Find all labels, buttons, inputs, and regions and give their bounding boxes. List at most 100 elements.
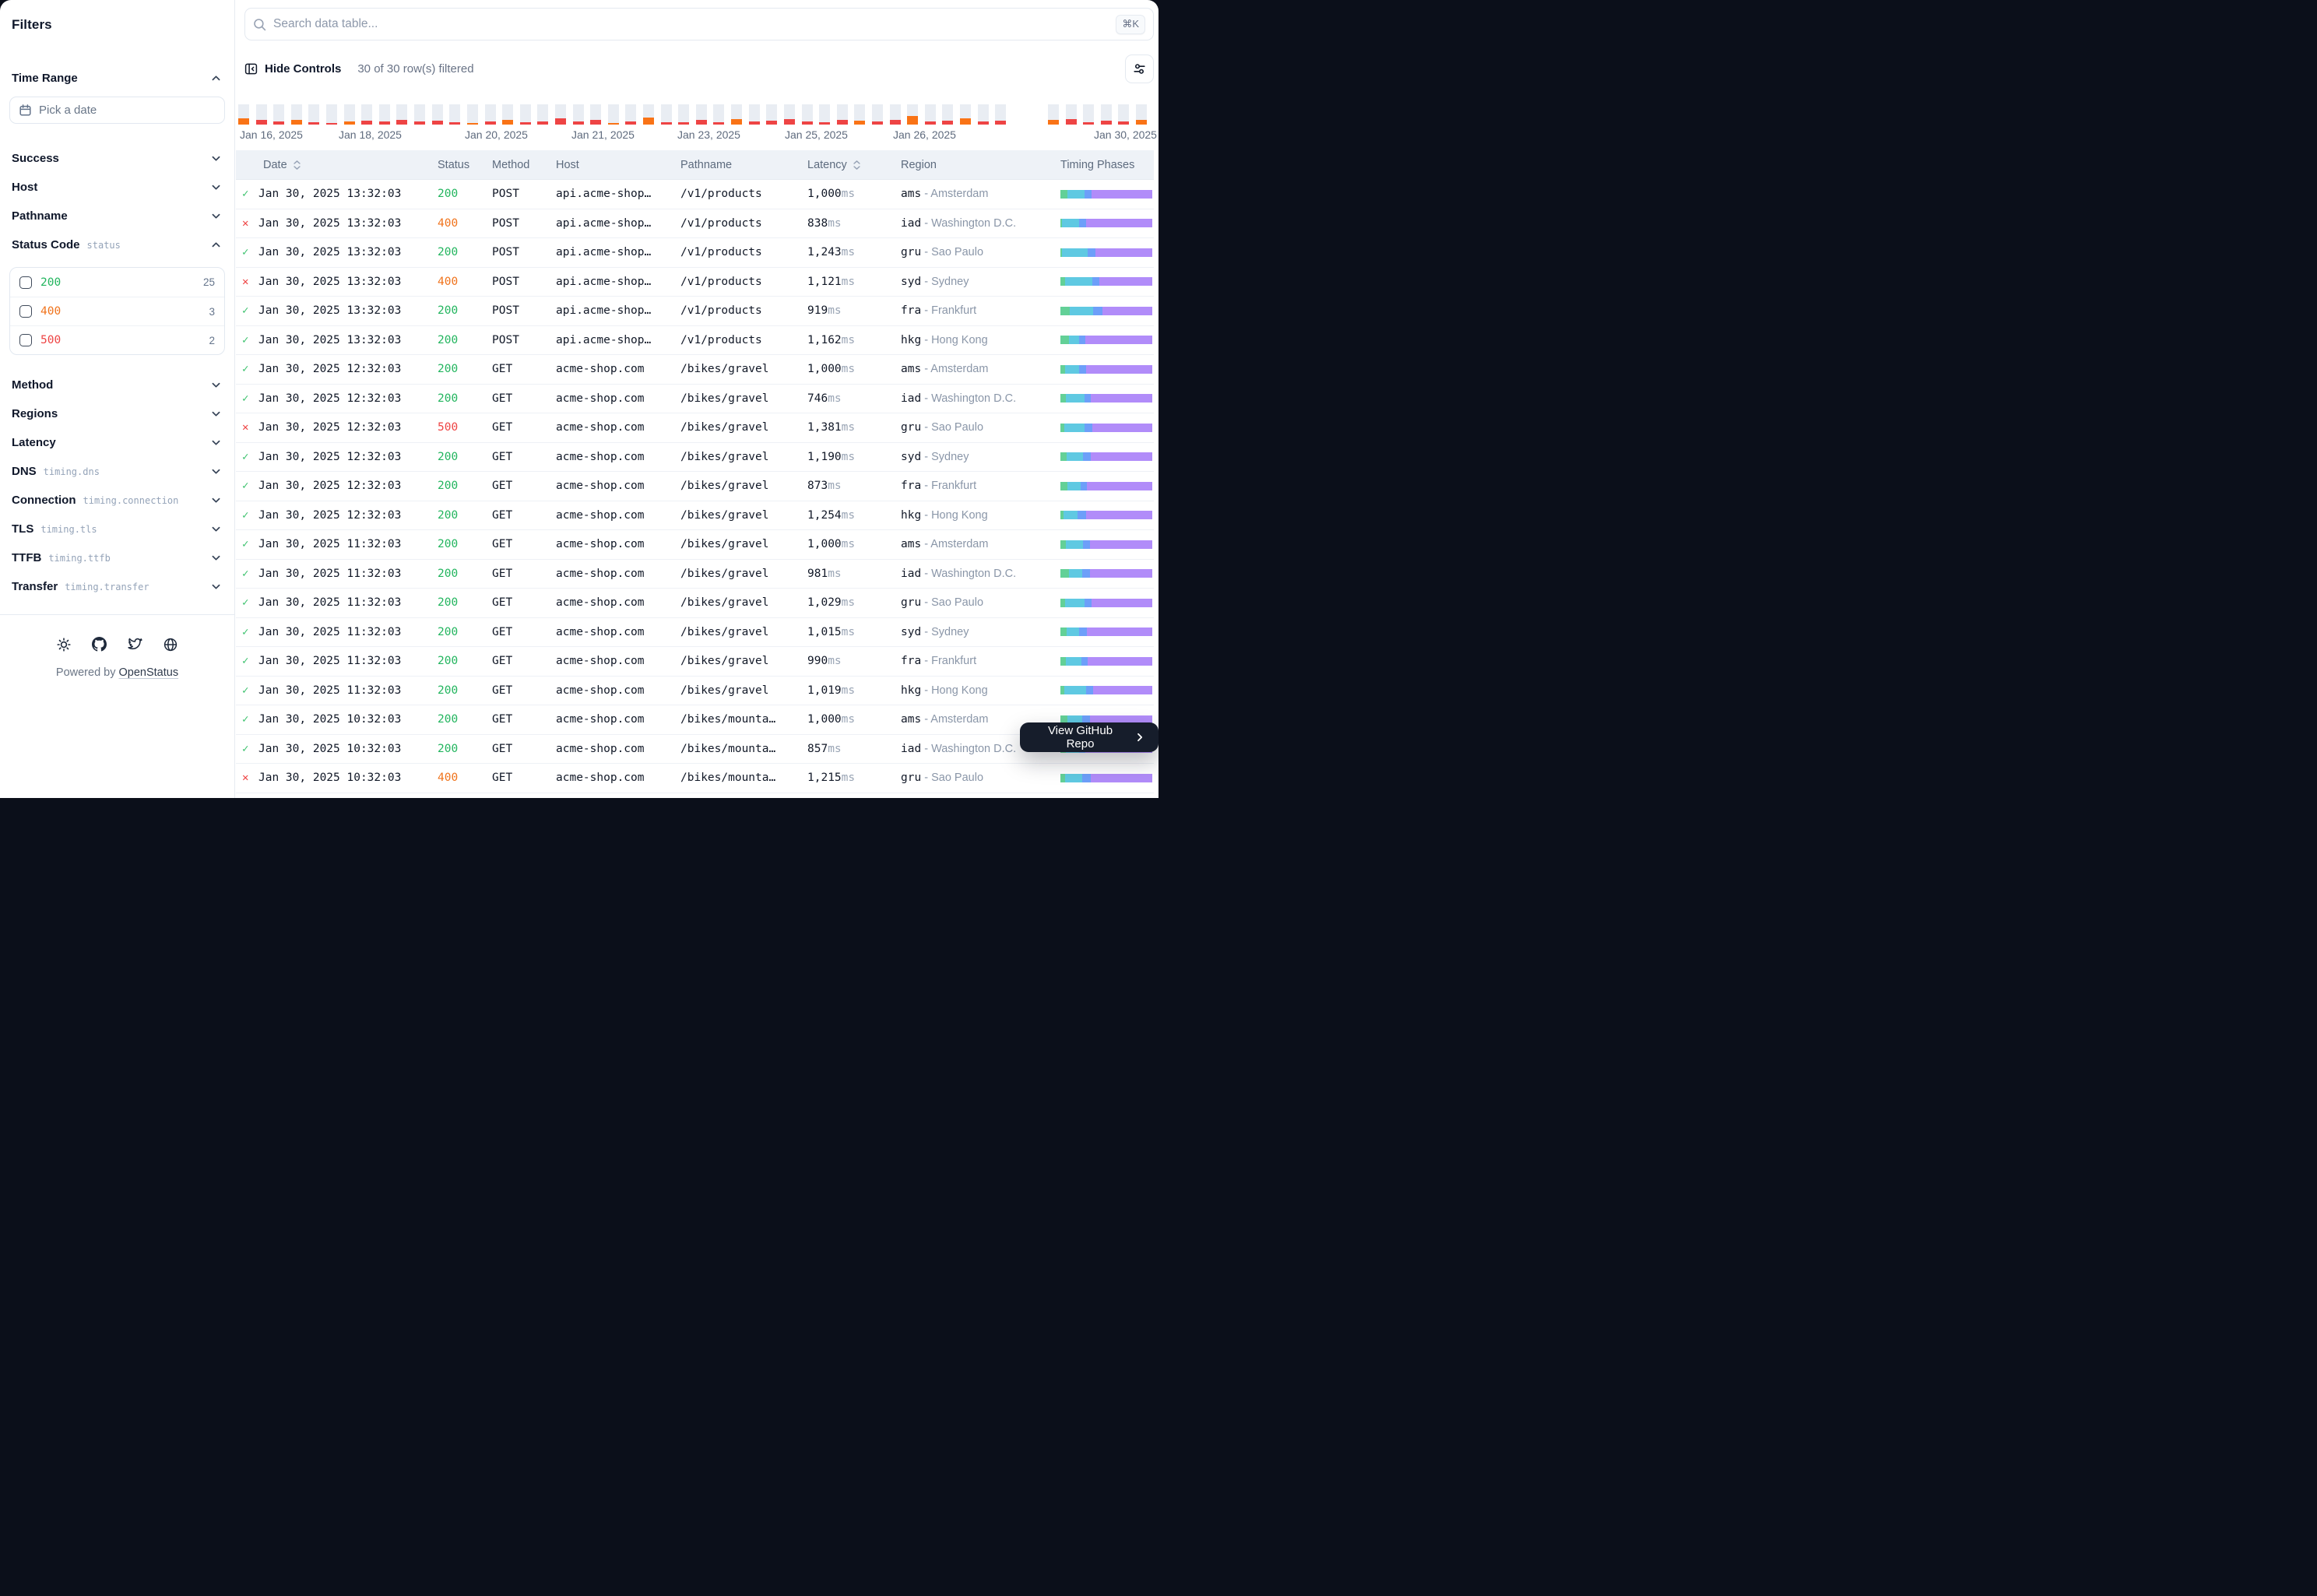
timeline-bar[interactable]: [925, 104, 943, 125]
timing-phases-bar[interactable]: [1060, 424, 1152, 432]
timeline-bar[interactable]: [1048, 104, 1066, 125]
timeline-bar[interactable]: [1136, 104, 1154, 125]
timeline-bar[interactable]: [995, 104, 1013, 125]
github-icon[interactable]: [92, 637, 107, 652]
timeline-bar[interactable]: [379, 104, 397, 125]
timeline-bar[interactable]: [713, 104, 731, 125]
timeline-bar[interactable]: [1066, 104, 1084, 125]
checkbox[interactable]: [19, 276, 32, 289]
timing-phases-bar[interactable]: [1060, 219, 1152, 227]
table-row[interactable]: ✓Jan 30, 2025 12:32:03200GETacme-shop.co…: [236, 443, 1154, 473]
timeline-bar[interactable]: [273, 104, 291, 125]
timeline-bar[interactable]: [643, 104, 661, 125]
filter-section-connection[interactable]: Connectiontiming.connection: [0, 486, 234, 515]
table-row[interactable]: ✓Jan 30, 2025 10:32:03200GETacme-shop.co…: [236, 735, 1154, 765]
table-row[interactable]: ✓Jan 30, 2025 10:32:03200GETacme-shop.co…: [236, 705, 1154, 735]
filter-section-regions[interactable]: Regions: [0, 399, 234, 428]
twitter-icon[interactable]: [128, 637, 142, 652]
timeline-bar[interactable]: [485, 104, 503, 125]
timeline-bar[interactable]: [291, 104, 309, 125]
table-row[interactable]: ✓Jan 30, 2025 12:32:03200GETacme-shop.co…: [236, 501, 1154, 531]
timeline-bar[interactable]: [1101, 104, 1119, 125]
checkbox[interactable]: [19, 334, 32, 346]
filter-section-transfer[interactable]: Transfertiming.transfer: [0, 572, 234, 601]
timeline-bar[interactable]: [837, 104, 855, 125]
timing-phases-bar[interactable]: [1060, 365, 1152, 374]
timing-phases-bar[interactable]: [1060, 394, 1152, 403]
table-row[interactable]: ✕Jan 30, 2025 12:32:03500GETacme-shop.co…: [236, 413, 1154, 443]
timeline-bar[interactable]: [731, 104, 749, 125]
filter-section-success[interactable]: Success: [0, 144, 234, 173]
filter-section-host[interactable]: Host: [0, 173, 234, 202]
filter-section-method[interactable]: Method: [0, 371, 234, 399]
timeline-bar[interactable]: [396, 104, 414, 125]
timeline-bars[interactable]: [238, 104, 1154, 125]
table-row[interactable]: ✓Jan 30, 2025 11:32:03200GETacme-shop.co…: [236, 589, 1154, 618]
status-option-400[interactable]: 4003: [10, 297, 224, 325]
filter-section-dns[interactable]: DNStiming.dns: [0, 457, 234, 486]
timeline-bar[interactable]: [238, 104, 256, 125]
timing-phases-bar[interactable]: [1060, 511, 1152, 519]
status-option-500[interactable]: 5002: [10, 325, 224, 354]
timing-phases-bar[interactable]: [1060, 307, 1152, 315]
timeline-bar[interactable]: [696, 104, 714, 125]
timeline-bar[interactable]: [678, 104, 696, 125]
timeline-bar[interactable]: [361, 104, 379, 125]
timeline-bar[interactable]: [978, 104, 996, 125]
view-options-button[interactable]: [1125, 54, 1154, 83]
search-input[interactable]: Search data table... ⌘K: [244, 8, 1154, 40]
table-row[interactable]: ✕Jan 30, 2025 13:32:03400POSTapi.acme-sh…: [236, 268, 1154, 297]
table-row[interactable]: ✓Jan 30, 2025 12:32:03200GETacme-shop.co…: [236, 355, 1154, 385]
timing-phases-bar[interactable]: [1060, 277, 1152, 286]
table-row[interactable]: ✓Jan 30, 2025 13:32:03200POSTapi.acme-sh…: [236, 180, 1154, 209]
timeline-bar[interactable]: [573, 104, 591, 125]
timing-phases-bar[interactable]: [1060, 540, 1152, 549]
checkbox[interactable]: [19, 305, 32, 318]
view-github-repo-button[interactable]: View GitHub Repo: [1020, 722, 1158, 752]
table-row[interactable]: ✓Jan 30, 2025 11:32:03200GETacme-shop.co…: [236, 560, 1154, 589]
openstatus-link[interactable]: OpenStatus: [119, 666, 179, 679]
table-row[interactable]: ✕Jan 30, 2025 13:32:03400POSTapi.acme-sh…: [236, 209, 1154, 239]
timeline-bar[interactable]: [819, 104, 837, 125]
timing-phases-bar[interactable]: [1060, 569, 1152, 578]
table-row[interactable]: ✓Jan 30, 2025 11:32:03200GETacme-shop.co…: [236, 618, 1154, 648]
timeline-bar[interactable]: [1083, 104, 1101, 125]
timeline-bar[interactable]: [608, 104, 626, 125]
filter-section-pathname[interactable]: Pathname: [0, 202, 234, 230]
timeline-bar[interactable]: [960, 104, 978, 125]
timeline-bar[interactable]: [467, 104, 485, 125]
timing-phases-bar[interactable]: [1060, 336, 1152, 344]
timeline-bar[interactable]: [872, 104, 890, 125]
timeline-bar[interactable]: [502, 104, 520, 125]
status-option-200[interactable]: 20025: [10, 268, 224, 297]
timeline-bar[interactable]: [449, 104, 467, 125]
table-row[interactable]: ✓Jan 30, 2025 11:32:03200GETacme-shop.co…: [236, 647, 1154, 677]
sun-icon[interactable]: [57, 638, 71, 652]
timing-phases-bar[interactable]: [1060, 482, 1152, 490]
timing-phases-bar[interactable]: [1060, 628, 1152, 636]
timing-phases-bar[interactable]: [1060, 452, 1152, 461]
timing-phases-bar[interactable]: [1060, 774, 1152, 782]
timeline-bar[interactable]: [854, 104, 872, 125]
timeline-bar[interactable]: [784, 104, 802, 125]
timeline-bar[interactable]: [942, 104, 960, 125]
timeline-bar[interactable]: [308, 104, 326, 125]
table-row[interactable]: ✓Jan 30, 2025 12:32:03200GETacme-shop.co…: [236, 472, 1154, 501]
timeline-bar[interactable]: [537, 104, 555, 125]
timeline-bar[interactable]: [1118, 104, 1136, 125]
timing-phases-bar[interactable]: [1060, 190, 1152, 199]
table-row[interactable]: ✓Jan 30, 2025 13:32:03200POSTapi.acme-sh…: [236, 326, 1154, 356]
column-header-latency[interactable]: Latency: [806, 159, 899, 171]
filter-section-latency[interactable]: Latency: [0, 428, 234, 457]
timeline-bar[interactable]: [520, 104, 538, 125]
timeline-bar[interactable]: [661, 104, 679, 125]
table-row[interactable]: ✕Jan 30, 2025 10:32:03400GETacme-shop.co…: [236, 764, 1154, 793]
timeline-bar[interactable]: [590, 104, 608, 125]
timeline-bar[interactable]: [766, 104, 784, 125]
timeline-bar[interactable]: [344, 104, 362, 125]
table-row[interactable]: ✓Jan 30, 2025 13:32:03200POSTapi.acme-sh…: [236, 238, 1154, 268]
timing-phases-bar[interactable]: [1060, 686, 1152, 694]
timeline-bar[interactable]: [432, 104, 450, 125]
timeline-bar[interactable]: [802, 104, 820, 125]
filter-section-status-code[interactable]: Status Codestatus: [0, 230, 234, 259]
